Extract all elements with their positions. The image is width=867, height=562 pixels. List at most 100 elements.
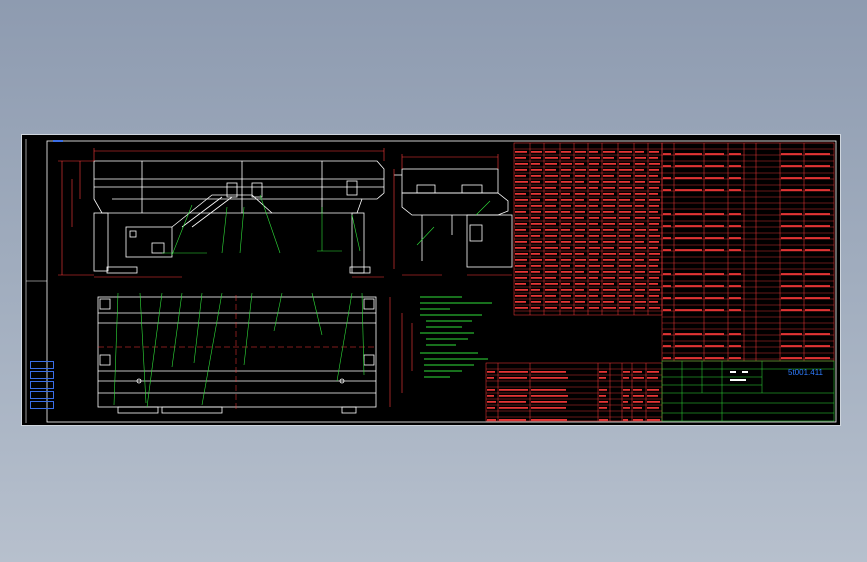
table-entry-mark <box>619 187 632 189</box>
table-entry-mark <box>675 225 702 227</box>
table-entry-mark <box>575 253 584 255</box>
table-entry-mark <box>575 223 586 225</box>
table-entry-mark <box>545 265 558 267</box>
table-entry-mark <box>619 301 631 303</box>
table-entry-mark <box>603 295 615 297</box>
table-entry-mark <box>531 389 566 391</box>
table-entry-mark <box>663 225 671 227</box>
table-entry-mark <box>575 301 585 303</box>
table-entry-mark <box>663 285 671 287</box>
table-entry-mark <box>531 371 566 373</box>
table-entry-mark <box>603 163 616 165</box>
table-entry-mark <box>599 419 608 421</box>
table-entry-mark <box>649 307 660 309</box>
parts-list-entries <box>663 153 830 359</box>
table-entry-mark <box>575 211 585 213</box>
table-entry-mark <box>561 151 571 153</box>
table-entry-mark <box>561 253 572 255</box>
table-entry-mark <box>575 229 585 231</box>
table-entry-mark <box>729 213 741 215</box>
table-entry-mark <box>603 175 614 177</box>
table-entry-mark <box>599 371 607 373</box>
table-entry-mark <box>603 301 614 303</box>
table-entry-mark <box>647 401 660 403</box>
table-entry-mark <box>675 153 702 155</box>
table-entry-mark <box>633 377 644 379</box>
parts-list-rows <box>662 148 834 360</box>
table-entry-mark <box>561 289 572 291</box>
side-elevation-view <box>394 168 513 268</box>
table-entry-mark <box>635 151 644 153</box>
table-entry-mark <box>589 199 599 201</box>
table-entry-mark <box>619 163 630 165</box>
table-entry-mark <box>561 301 570 303</box>
inner-frame <box>46 140 837 423</box>
table-entry-mark <box>515 193 526 195</box>
table-entry-mark <box>561 271 572 273</box>
table-entry-mark <box>561 241 571 243</box>
table-entry-mark <box>647 419 660 421</box>
table-entry-mark <box>705 213 724 215</box>
table-entry-mark <box>603 229 614 231</box>
table-entry-mark <box>531 229 541 231</box>
table-entry-mark <box>635 265 646 267</box>
table-entry-mark <box>705 285 724 287</box>
table-entry-mark <box>575 175 585 177</box>
table-entry-mark <box>561 307 572 309</box>
table-entry-mark <box>575 181 584 183</box>
table-entry-mark <box>545 283 558 285</box>
table-entry-mark <box>781 189 802 191</box>
lower-parts-list-rows <box>486 368 662 418</box>
table-entry-mark <box>781 345 802 347</box>
table-entry-mark <box>635 205 644 207</box>
cad-drawing-canvas <box>25 139 837 423</box>
table-entry-mark <box>781 273 802 275</box>
table-entry-mark <box>515 187 527 189</box>
table-entry-mark <box>545 241 556 243</box>
table-entry-mark <box>545 205 556 207</box>
table-entry-mark <box>515 247 526 249</box>
table-entry-mark <box>603 151 615 153</box>
table-entry-mark <box>705 309 724 311</box>
table-entry-mark <box>531 157 541 159</box>
table-entry-mark <box>561 277 571 279</box>
table-entry-mark <box>515 271 528 273</box>
table-entry-mark <box>603 181 616 183</box>
table-entry-mark <box>805 165 830 167</box>
table-entry-mark <box>619 259 632 261</box>
table-entry-mark <box>589 253 599 255</box>
table-entry-mark <box>705 177 724 179</box>
revision-stamp <box>30 391 54 399</box>
table-entry-mark <box>649 187 659 189</box>
table-entry-mark <box>531 419 567 421</box>
table-entry-mark <box>649 247 658 249</box>
table-entry-mark <box>649 265 658 267</box>
table-entry-mark <box>599 389 607 391</box>
plan-view-dimensions <box>389 297 413 407</box>
table-entry-mark <box>575 205 586 207</box>
table-entry-mark <box>545 223 556 225</box>
table-entry-mark <box>805 357 830 359</box>
table-entry-mark <box>675 165 702 167</box>
table-entry-mark <box>531 241 542 243</box>
table-entry-mark <box>649 229 658 231</box>
table-entry-mark <box>531 169 542 171</box>
table-entry-mark <box>603 223 615 225</box>
table-entry-mark <box>589 169 598 171</box>
table-entry-mark <box>705 345 724 347</box>
table-entry-mark <box>575 247 585 249</box>
table-entry-mark <box>675 189 702 191</box>
table-entry-mark <box>663 153 671 155</box>
table-entry-mark <box>515 265 526 267</box>
table-entry-mark <box>729 153 741 155</box>
table-entry-mark <box>705 225 724 227</box>
table-entry-mark <box>515 205 527 207</box>
table-entry-mark <box>589 259 598 261</box>
table-entry-mark <box>545 253 557 255</box>
table-entry-mark <box>633 407 642 409</box>
table-entry-mark <box>531 307 540 309</box>
table-entry-mark <box>635 277 644 279</box>
table-entry-mark <box>619 193 631 195</box>
table-entry-mark <box>647 407 659 409</box>
table-entry-mark <box>781 333 802 335</box>
